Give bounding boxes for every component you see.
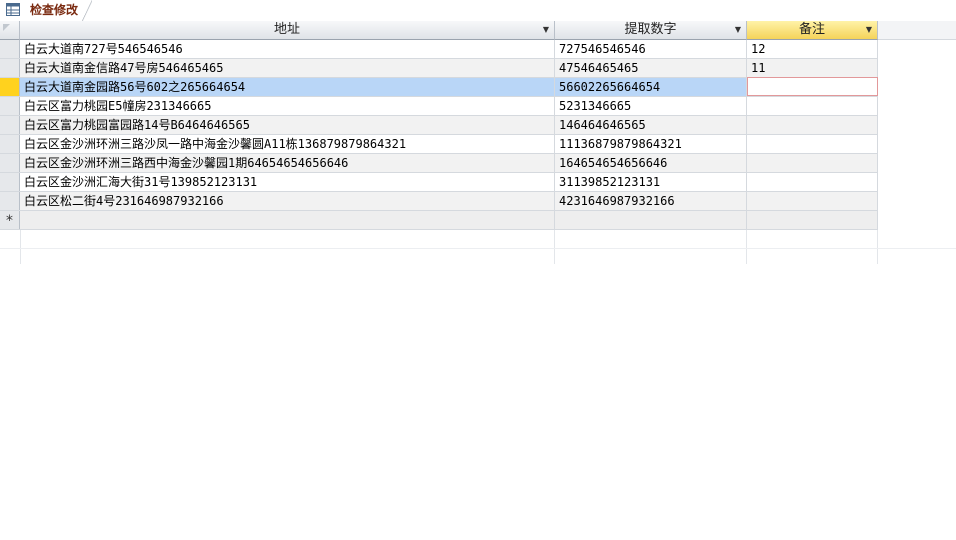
table-row[interactable]: 白云大道南727号546546546 727546546546 12 bbox=[0, 40, 878, 59]
note-cell[interactable] bbox=[747, 135, 878, 153]
digits-cell[interactable]: 11136879879864321 bbox=[555, 135, 747, 153]
row-selector[interactable] bbox=[0, 116, 20, 134]
tab-check-modify[interactable]: 检查修改 bbox=[0, 0, 86, 21]
table-row[interactable]: 白云区富力桃园E5幢房231346665 5231346665 bbox=[0, 97, 878, 116]
row-selector[interactable] bbox=[0, 192, 20, 210]
row-selector[interactable] bbox=[0, 135, 20, 153]
address-cell[interactable]: 白云区松二街4号231646987932166 bbox=[20, 192, 555, 210]
tab-edge bbox=[82, 0, 92, 21]
column-header-note[interactable]: 备注 ▼ bbox=[747, 21, 878, 40]
address-cell[interactable]: 白云区金沙洲环洲三路西中海金沙馨园1期64654654656646 bbox=[20, 154, 555, 172]
note-cell-new[interactable] bbox=[747, 211, 878, 229]
address-cell[interactable]: 白云区金沙洲环洲三路沙凤一路中海金沙馨圆A11栋136879879864321 bbox=[20, 135, 555, 153]
digits-cell[interactable]: 164654654656646 bbox=[555, 154, 747, 172]
address-cell[interactable]: 白云区富力桃园E5幢房231346665 bbox=[20, 97, 555, 115]
digits-cell[interactable]: 31139852123131 bbox=[555, 173, 747, 191]
table-row[interactable]: 白云区松二街4号231646987932166 4231646987932166 bbox=[0, 192, 878, 211]
grid-line bbox=[877, 230, 878, 264]
current-record-indicator[interactable] bbox=[0, 78, 20, 96]
digits-cell[interactable]: 4231646987932166 bbox=[555, 192, 747, 210]
table-row[interactable]: 白云大道南金信路47号房546465465 47546465465 11 bbox=[0, 59, 878, 78]
digits-cell[interactable]: 47546465465 bbox=[555, 59, 747, 77]
digits-cell-new[interactable] bbox=[555, 211, 747, 229]
new-record-row[interactable]: * bbox=[0, 211, 878, 230]
address-cell[interactable]: 白云大道南金信路47号房546465465 bbox=[20, 59, 555, 77]
column-header-address[interactable]: 地址 ▼ bbox=[20, 21, 555, 40]
datasheet-grid[interactable]: 地址 ▼ 提取数字 ▼ 备注 ▼ 白云大道南727号546546546 7275… bbox=[0, 21, 956, 264]
grid-line bbox=[746, 230, 747, 264]
row-selector[interactable] bbox=[0, 97, 20, 115]
document-tab-strip: 检查修改 bbox=[0, 0, 956, 22]
tab-label: 检查修改 bbox=[30, 3, 79, 17]
dropdown-arrow-icon[interactable]: ▼ bbox=[866, 21, 872, 39]
note-cell[interactable] bbox=[747, 116, 878, 134]
digits-cell[interactable]: 727546546546 bbox=[555, 40, 747, 58]
row-selector[interactable] bbox=[0, 173, 20, 191]
row-selector[interactable] bbox=[0, 40, 20, 58]
row-selector[interactable] bbox=[0, 154, 20, 172]
table-row[interactable]: 白云区金沙洲环洲三路西中海金沙馨园1期64654654656646 164654… bbox=[0, 154, 878, 173]
address-cell[interactable]: 白云大道南727号546546546 bbox=[20, 40, 555, 58]
new-record-icon: * bbox=[0, 211, 20, 229]
digits-cell[interactable]: 146464646565 bbox=[555, 116, 747, 134]
note-cell[interactable] bbox=[747, 97, 878, 115]
note-cell-focused[interactable] bbox=[747, 77, 878, 96]
table-row[interactable]: 白云区富力桃园富园路14号B6464646565 146464646565 bbox=[0, 116, 878, 135]
dropdown-arrow-icon[interactable]: ▼ bbox=[735, 21, 741, 39]
column-header-digits[interactable]: 提取数字 ▼ bbox=[555, 21, 747, 40]
address-cell[interactable]: 白云大道南金园路56号602之265664654 bbox=[20, 78, 555, 96]
grid-line bbox=[554, 230, 555, 264]
column-header-label: 备注 bbox=[798, 22, 825, 37]
table-row[interactable]: 白云区金沙洲环洲三路沙凤一路中海金沙馨圆A11栋136879879864321 … bbox=[0, 135, 878, 154]
header-filler bbox=[878, 21, 956, 40]
digits-cell[interactable]: 56602265664654 bbox=[555, 78, 747, 96]
digits-cell[interactable]: 5231346665 bbox=[555, 97, 747, 115]
address-cell[interactable]: 白云区富力桃园富园路14号B6464646565 bbox=[20, 116, 555, 134]
note-cell[interactable] bbox=[747, 173, 878, 191]
address-cell[interactable]: 白云区金沙洲汇海大街31号139852123131 bbox=[20, 173, 555, 191]
note-cell[interactable] bbox=[747, 192, 878, 210]
address-cell-new[interactable] bbox=[20, 211, 555, 229]
grid-line bbox=[0, 248, 956, 249]
column-header-label: 提取数字 bbox=[624, 22, 677, 37]
note-cell[interactable] bbox=[747, 154, 878, 172]
select-all-corner[interactable] bbox=[0, 21, 20, 40]
grid-line bbox=[20, 230, 21, 264]
table-row[interactable]: 白云区金沙洲汇海大街31号139852123131 31139852123131 bbox=[0, 173, 878, 192]
note-cell[interactable]: 11 bbox=[747, 59, 878, 77]
row-selector[interactable] bbox=[0, 59, 20, 77]
note-cell[interactable]: 12 bbox=[747, 40, 878, 58]
table-row-selected[interactable]: 白云大道南金园路56号602之265664654 56602265664654 bbox=[0, 77, 878, 97]
dropdown-arrow-icon[interactable]: ▼ bbox=[543, 21, 549, 39]
column-header-label: 地址 bbox=[273, 22, 300, 37]
table-icon bbox=[6, 3, 20, 16]
